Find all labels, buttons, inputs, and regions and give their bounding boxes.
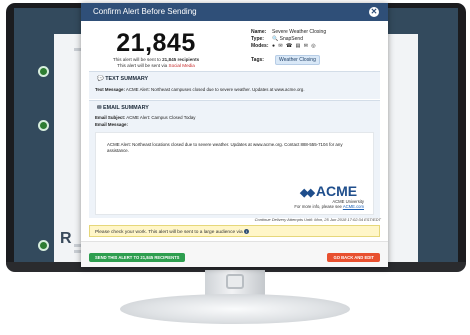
background-step-dot xyxy=(38,120,49,131)
sent-prefix: This alert will be sent to xyxy=(112,57,161,62)
warning-banner: Please check your work. This alert will … xyxy=(89,225,380,237)
acme-info-line: For more info, please see ACME.com xyxy=(294,204,364,209)
email-body: ACME Alert: Northeast locations closed d… xyxy=(107,142,343,153)
background-heading: R xyxy=(60,230,72,247)
email-message-label: Email Message: xyxy=(95,122,128,127)
warning-text: Please check your work. This alert will … xyxy=(95,229,249,235)
meta-name-label: Name: xyxy=(251,29,267,35)
meta-type-label: Type: xyxy=(251,36,264,42)
modal-header: Confirm Alert Before Sending ✕ xyxy=(81,3,388,21)
acme-logo: ◆◆ ACME xyxy=(300,183,358,199)
email-preview: ACME Alert: Northeast locations closed d… xyxy=(95,132,374,215)
email-summary-heading: ✉ EMAIL SUMMARY xyxy=(97,105,149,111)
confirm-alert-modal: Confirm Alert Before Sending ✕ 21,845 Th… xyxy=(81,3,388,267)
send-alert-button[interactable]: SEND THIS ALERT TO 21,845 RECIPIENTS xyxy=(89,253,186,262)
background-step-dot xyxy=(38,66,49,77)
email-subject-label: Email Subject: xyxy=(95,115,126,120)
meta-modes-label: Modes: xyxy=(251,43,269,49)
text-message-value: ACME Alert: Northeast campuses closed du… xyxy=(125,87,305,92)
modal-footer: SEND THIS ALERT TO 21,845 RECIPIENTS GO … xyxy=(81,241,388,267)
recipient-count: 21,845 xyxy=(116,29,196,57)
via-channel: Social Media xyxy=(168,63,195,68)
text-message-label: Text Message: xyxy=(95,87,125,92)
modal-title: Confirm Alert Before Sending xyxy=(93,7,197,16)
acme-info-link[interactable]: ACME.com xyxy=(343,204,364,209)
sent-to-line: This alert will be sent to 21,845 recipi… xyxy=(91,57,221,62)
email-message-line: Email Message: xyxy=(95,122,128,127)
monitor-stand-base xyxy=(120,294,350,324)
modes-icons: ● ✉ ☎ ▤ ✉ ◎ xyxy=(272,43,317,49)
desktop-stage: R Confirm Alert Before Sending ✕ 21,845 … xyxy=(0,0,470,335)
mail-icon: ✉ xyxy=(97,105,102,111)
info-icon[interactable]: i xyxy=(243,229,249,234)
background-step-dot xyxy=(38,240,49,251)
go-back-edit-button[interactable]: GO BACK AND EDIT xyxy=(327,253,380,262)
close-icon[interactable]: ✕ xyxy=(369,7,379,17)
via-prefix: This alert will be sent via xyxy=(117,63,168,68)
text-summary-section: 💬 TEXT SUMMARY Text Message: ACME Alert:… xyxy=(89,71,380,99)
monitor-cable-hole xyxy=(226,274,244,289)
sent-count-text: 21,845 recipients xyxy=(162,57,200,62)
email-subject-line: Email Subject: ACME Alert: Campus Closed… xyxy=(95,115,195,120)
delivery-note: Continue Delivery Attempts Until: Mon, 2… xyxy=(254,217,381,222)
acme-mark-icon: ◆◆ xyxy=(300,187,315,199)
meta-type-value: 🔍 SnapSend xyxy=(272,36,303,42)
chat-icon: 💬 xyxy=(97,76,104,82)
text-message-line: Text Message: ACME Alert: Northeast camp… xyxy=(95,87,305,92)
tag-pill: Weather Closing xyxy=(275,55,320,65)
meta-name-value: Severe Weather Closing xyxy=(272,29,327,35)
text-summary-heading: 💬 TEXT SUMMARY xyxy=(97,76,149,82)
meta-tags-label: Tags: xyxy=(251,57,264,63)
sent-via-line: This alert will be sent via Social Media xyxy=(91,63,221,68)
email-subject-value: ACME Alert: Campus Closed Today xyxy=(126,115,196,120)
